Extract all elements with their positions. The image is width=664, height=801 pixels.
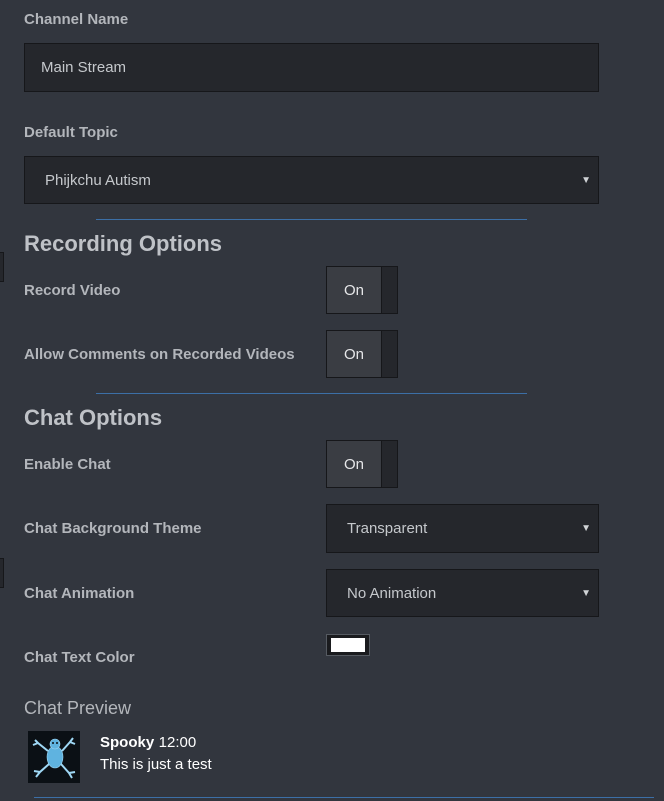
default-topic-select[interactable]: Phijkchu Autism ▼ bbox=[24, 156, 599, 204]
recording-options-title: Recording Options bbox=[24, 231, 222, 256]
chat-background-theme-label: Chat Background Theme bbox=[24, 520, 202, 537]
default-topic-label: Default Topic bbox=[24, 124, 118, 141]
default-topic-value: Phijkchu Autism bbox=[45, 171, 151, 189]
chat-animation-label: Chat Animation bbox=[24, 585, 135, 602]
chat-timestamp: 12:00 bbox=[158, 734, 197, 751]
enable-chat-state: On bbox=[327, 441, 382, 487]
chevron-down-icon: ▼ bbox=[581, 523, 591, 534]
chat-text-color-picker[interactable] bbox=[326, 634, 370, 656]
frog-avatar-icon bbox=[28, 731, 80, 783]
chevron-down-icon: ▼ bbox=[581, 174, 591, 186]
enable-chat-label: Enable Chat bbox=[24, 456, 111, 473]
chat-message-header: Spooky 12:00 bbox=[100, 734, 196, 752]
channel-name-value: Main Stream bbox=[41, 59, 127, 76]
record-video-toggle[interactable]: On bbox=[326, 266, 398, 314]
chat-username: Spooky bbox=[100, 734, 155, 751]
record-video-label: Record Video bbox=[24, 282, 121, 299]
allow-comments-state: On bbox=[327, 331, 382, 377]
chat-animation-value: No Animation bbox=[347, 584, 437, 602]
allow-comments-label: Allow Comments on Recorded Videos bbox=[24, 346, 295, 363]
chat-background-theme-value: Transparent bbox=[347, 520, 428, 537]
collapsed-side-tab[interactable] bbox=[0, 558, 4, 588]
channel-name-label: Channel Name bbox=[24, 11, 129, 28]
enable-chat-toggle[interactable]: On bbox=[326, 440, 398, 488]
chat-options-title: Chat Options bbox=[24, 405, 163, 430]
chat-message-text: This is just a test bbox=[100, 756, 212, 773]
channel-name-input[interactable]: Main Stream bbox=[24, 43, 599, 92]
section-divider bbox=[34, 797, 654, 798]
chat-text-color-label: Chat Text Color bbox=[24, 649, 135, 666]
record-video-state: On bbox=[327, 267, 382, 313]
collapsed-side-tab[interactable] bbox=[0, 252, 4, 282]
section-divider bbox=[96, 219, 527, 220]
chevron-down-icon: ▼ bbox=[581, 587, 591, 599]
chat-preview-title: Chat Preview bbox=[24, 698, 132, 718]
color-swatch-fill bbox=[331, 638, 365, 652]
section-divider bbox=[96, 393, 527, 394]
allow-comments-toggle[interactable]: On bbox=[326, 330, 398, 378]
chat-background-theme-select[interactable]: Transparent ▼ bbox=[326, 504, 599, 553]
channel-settings-panel: Channel Name Main Stream Default Topic P… bbox=[0, 0, 664, 801]
chat-animation-select[interactable]: No Animation ▼ bbox=[326, 569, 599, 617]
